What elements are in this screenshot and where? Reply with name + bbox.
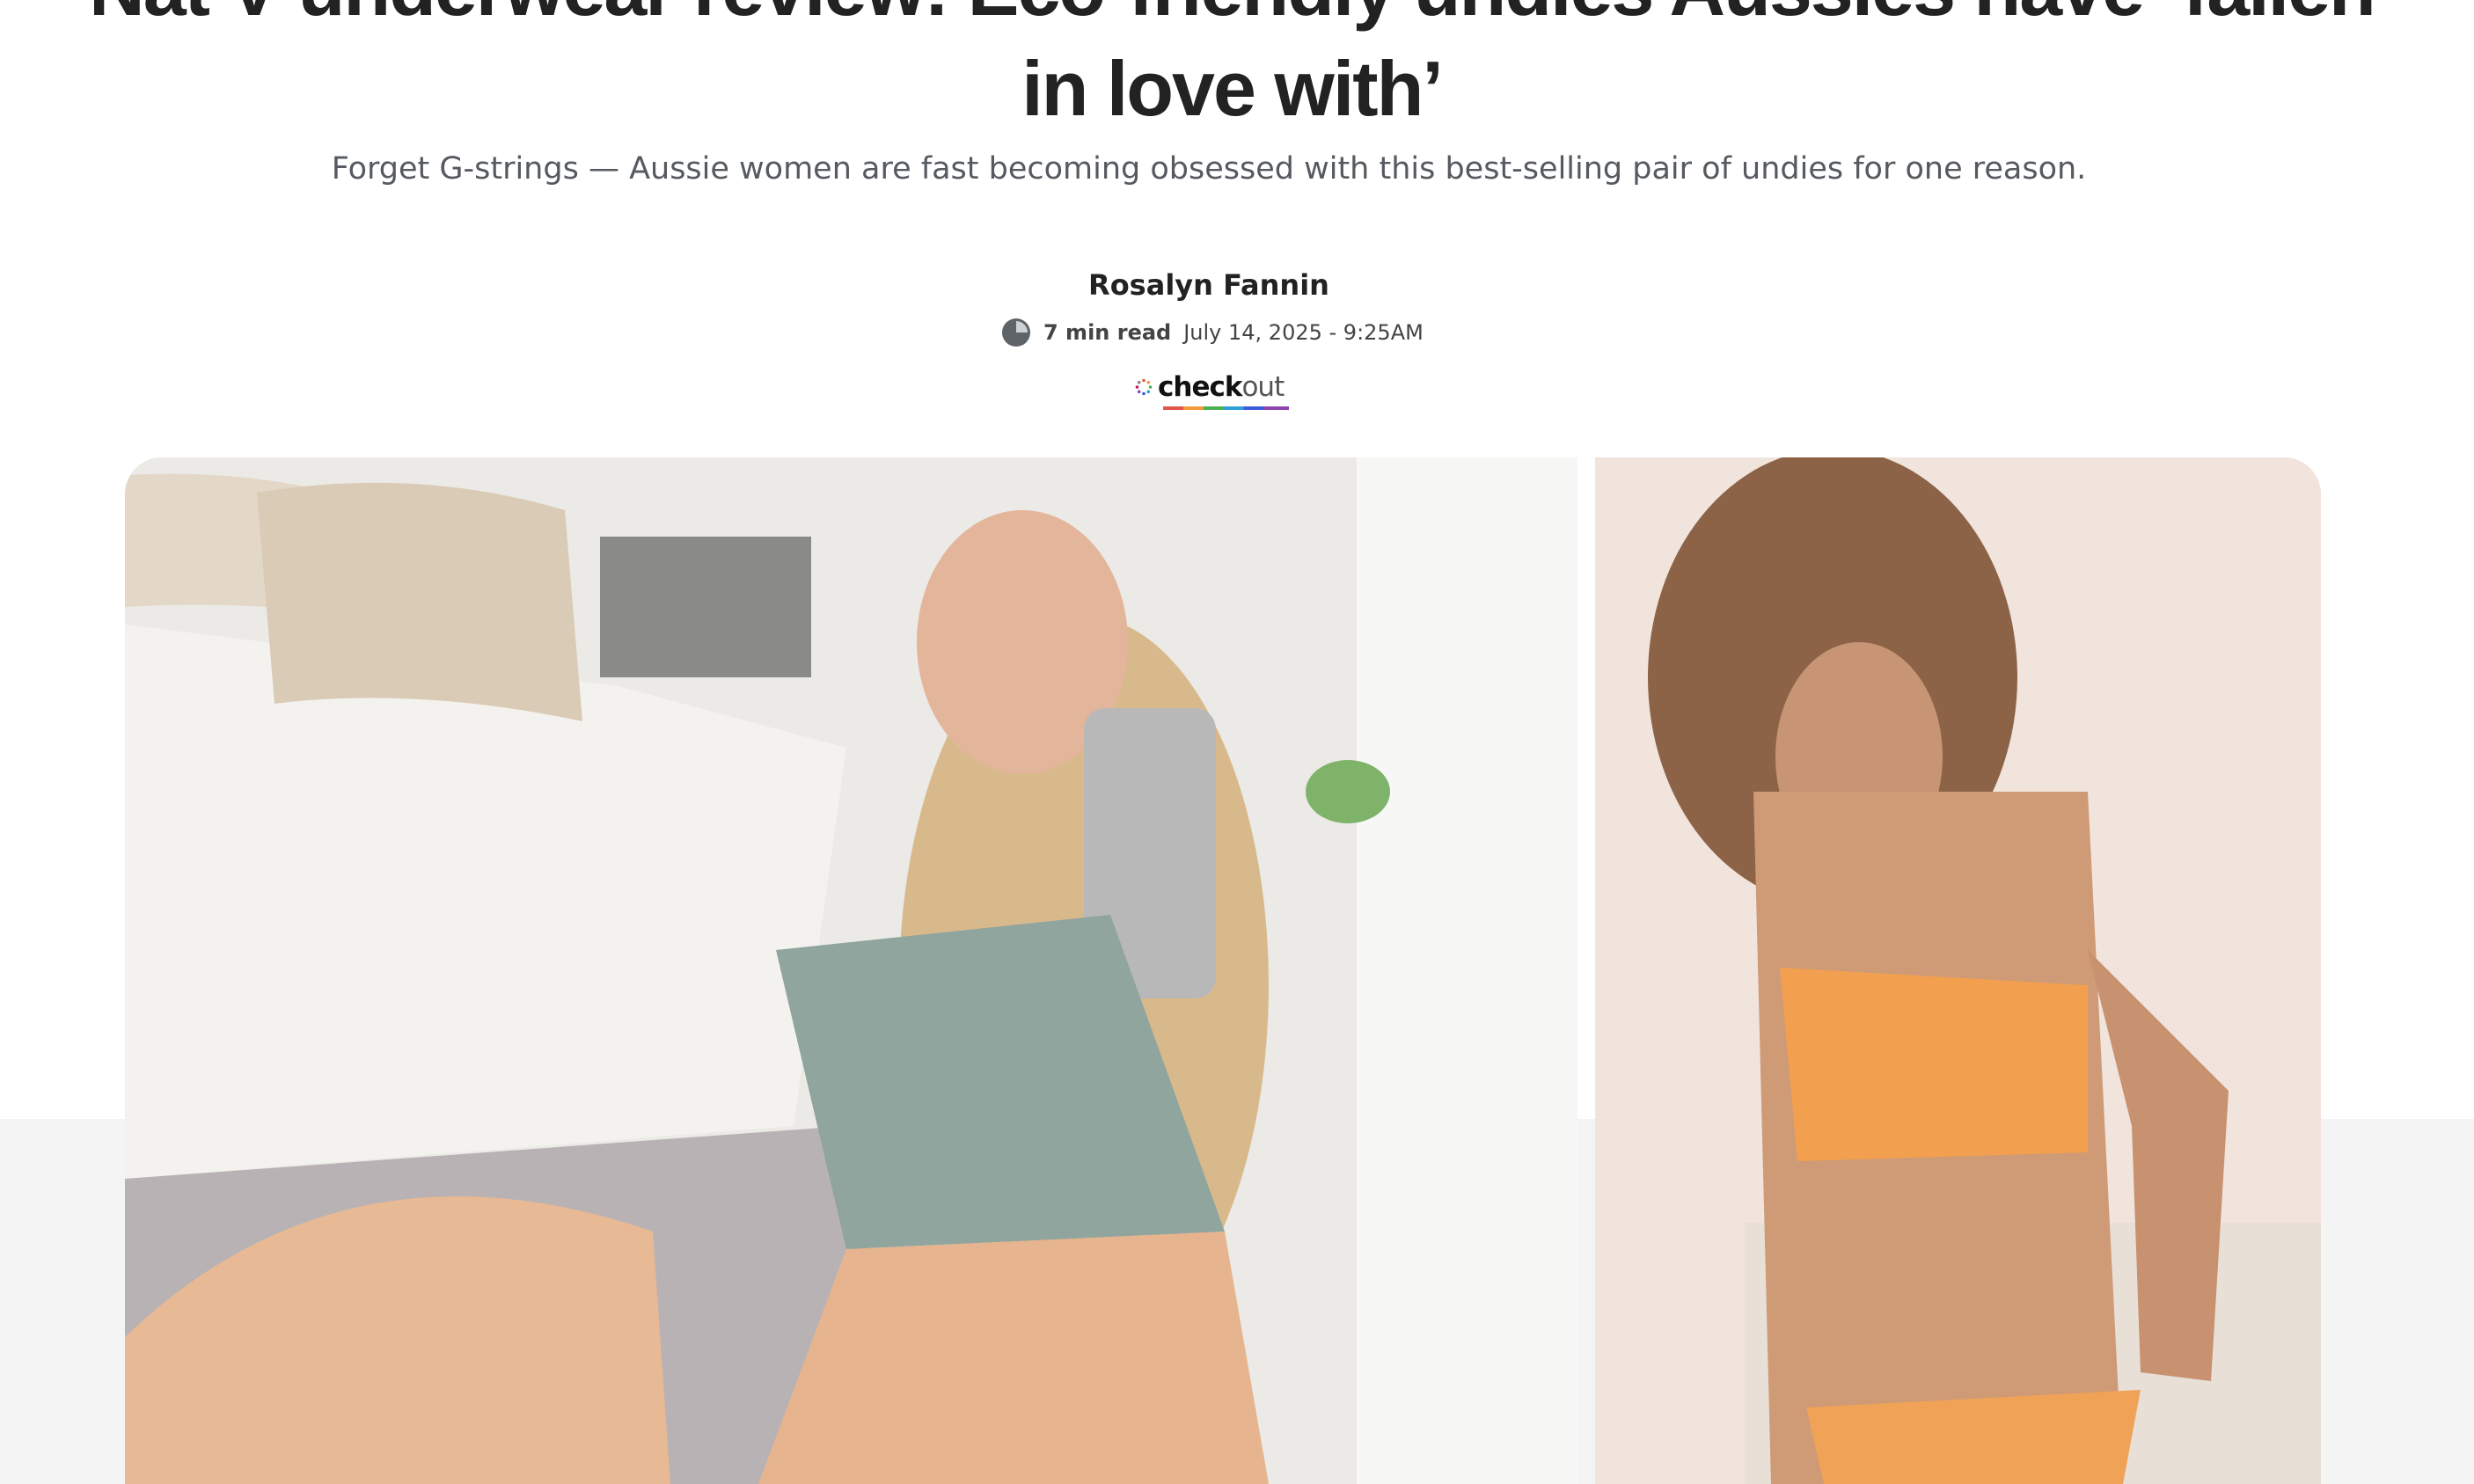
clock-icon (1001, 318, 1031, 347)
checkout-logo[interactable]: checkout (1135, 368, 1290, 410)
article-meta: 7 min read July 14, 2025 - 9:25AM (1001, 315, 1424, 350)
wordmark-underline (1163, 406, 1290, 410)
article-headline: Nat V underwear review: Eco-friendly und… (89, 0, 2376, 132)
hero-image-gallery (125, 457, 2321, 1484)
read-time: 7 min read (1043, 320, 1172, 345)
hero-image-right[interactable] (1595, 457, 2321, 1484)
publish-date: July 14, 2025 - 9:25AM (1183, 320, 1424, 345)
author-name[interactable]: Rosalyn Fannin (0, 268, 2418, 302)
article-subtitle: Forget G-strings — Aussie women are fast… (331, 151, 2087, 186)
hero-image-left[interactable] (125, 457, 1577, 1484)
wordmark-light: out (1241, 371, 1285, 403)
dotted-spinner-icon (1135, 378, 1153, 396)
checkout-wordmark: checkout (1158, 371, 1290, 410)
wordmark-bold: check (1158, 371, 1242, 403)
